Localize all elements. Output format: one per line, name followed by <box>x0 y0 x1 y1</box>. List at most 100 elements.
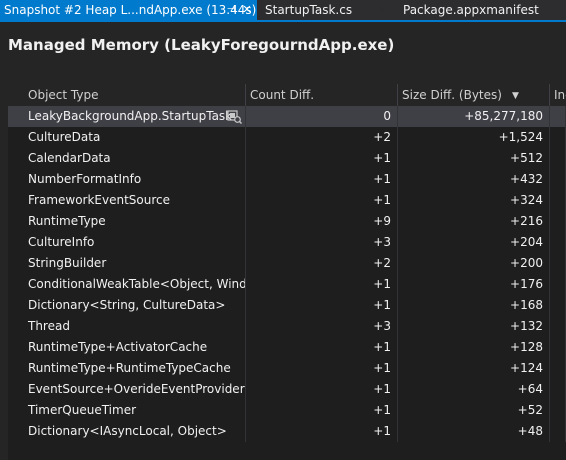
table-row[interactable]: RuntimeType +9 +216 <box>8 211 566 232</box>
close-icon[interactable]: ✕ <box>375 0 389 20</box>
count-diff-cell: +3 <box>246 316 398 337</box>
count-diff-cell: +1 <box>246 379 398 400</box>
tab-accent-line <box>0 20 566 22</box>
count-diff-cell: +1 <box>246 358 398 379</box>
inclusive-cell <box>550 400 566 421</box>
size-diff-cell: +48 <box>398 421 550 442</box>
size-diff-cell: +124 <box>398 358 550 379</box>
pin-icon[interactable]: ⊣ <box>224 0 238 20</box>
inclusive-cell <box>550 148 566 169</box>
size-diff-cell: +168 <box>398 295 550 316</box>
grid-header: Object Type Count Diff. Size Diff. (Byte… <box>8 84 566 107</box>
size-diff-cell: +324 <box>398 190 550 211</box>
inclusive-cell <box>550 379 566 400</box>
size-diff-cell: +64 <box>398 379 550 400</box>
count-diff-cell: 0 <box>246 106 398 127</box>
object-type-cell: ConditionalWeakTable<Object, Wind... <box>8 274 246 295</box>
inclusive-cell <box>550 169 566 190</box>
size-diff-cell: +204 <box>398 232 550 253</box>
inclusive-cell <box>550 190 566 211</box>
table-row[interactable]: LeakyBackgroundApp.StartupTask 0 +85,277,1… <box>8 106 566 127</box>
column-label: Inc <box>554 88 566 102</box>
sort-descending-icon: ▼ <box>511 91 519 101</box>
size-diff-cell: +132 <box>398 316 550 337</box>
column-header-size-diff[interactable]: Size Diff. (Bytes) ▼ <box>398 84 550 106</box>
table-row[interactable]: CalendarData +1 +512 <box>8 148 566 169</box>
column-label: Object Type <box>28 88 99 102</box>
count-diff-cell: +9 <box>246 211 398 232</box>
object-type-cell: FrameworkEventSource <box>8 190 246 211</box>
document-tab-bar: Snapshot #2 Heap L...ndApp.exe (13.44s) … <box>0 0 566 20</box>
inclusive-cell <box>550 274 566 295</box>
size-diff-cell: +216 <box>398 211 550 232</box>
table-row[interactable]: Thread +3 +132 <box>8 316 566 337</box>
object-type-cell: Dictionary<IAsyncLocal, Object> <box>8 421 246 442</box>
object-type-cell: RuntimeType+ActivatorCache <box>8 337 246 358</box>
column-label: Size Diff. (Bytes) <box>402 88 502 102</box>
object-type-cell: Dictionary<String, CultureData> <box>8 295 246 316</box>
inclusive-cell <box>550 358 566 379</box>
column-header-inclusive[interactable]: Inc <box>550 84 566 106</box>
object-type-cell: StringBuilder <box>8 253 246 274</box>
table-row[interactable]: FrameworkEventSource +1 +324 <box>8 190 566 211</box>
count-diff-cell: +1 <box>246 295 398 316</box>
count-diff-cell: +2 <box>246 127 398 148</box>
tab-label: Package.appxmanifest <box>403 3 539 17</box>
object-type-cell: NumberFormatInfo <box>8 169 246 190</box>
tab-heap-snapshot[interactable]: Snapshot #2 Heap L...ndApp.exe (13.44s) … <box>0 0 257 20</box>
table-row[interactable]: NumberFormatInfo +1 +432 <box>8 169 566 190</box>
count-diff-cell: +1 <box>246 169 398 190</box>
page-title: Managed Memory (LeakyForegourndApp.exe) <box>8 36 395 54</box>
object-type-cell: CultureData <box>8 127 246 148</box>
size-diff-cell: +432 <box>398 169 550 190</box>
table-row[interactable]: CultureInfo +3 +204 <box>8 232 566 253</box>
table-row[interactable]: CultureData +2 +1,524 <box>8 127 566 148</box>
inclusive-cell <box>550 337 566 358</box>
column-label: Count Diff. <box>250 88 315 102</box>
size-diff-cell: +1,524 <box>398 127 550 148</box>
column-header-object-type[interactable]: Object Type <box>8 84 246 106</box>
object-type-cell: RuntimeType+RuntimeTypeCache <box>8 358 246 379</box>
tab-label: StartupTask.cs <box>265 3 353 17</box>
count-diff-cell: +1 <box>246 400 398 421</box>
count-diff-cell: +3 <box>246 232 398 253</box>
object-type-cell: Thread <box>8 316 246 337</box>
table-row[interactable]: ConditionalWeakTable<Object, Wind... +1 +1… <box>8 274 566 295</box>
count-diff-cell: +1 <box>246 421 398 442</box>
size-diff-cell: +200 <box>398 253 550 274</box>
object-type-cell: CalendarData <box>8 148 246 169</box>
tab-label: Snapshot #2 Heap L...ndApp.exe (13.44s) <box>4 3 257 17</box>
count-diff-cell: +1 <box>246 337 398 358</box>
table-row[interactable]: Dictionary<String, CultureData> +1 +168 <box>8 295 566 316</box>
count-diff-cell: +1 <box>246 148 398 169</box>
size-diff-cell: +52 <box>398 400 550 421</box>
count-diff-cell: +1 <box>246 190 398 211</box>
object-type-cell: EventSource+OverideEventProvider <box>8 379 246 400</box>
table-row[interactable]: Dictionary<IAsyncLocal, Object> +1 +48 <box>8 421 566 442</box>
inclusive-cell <box>550 295 566 316</box>
inclusive-cell <box>550 211 566 232</box>
view-instances-icon[interactable] <box>227 109 242 124</box>
count-diff-cell: +1 <box>246 274 398 295</box>
size-diff-cell: +128 <box>398 337 550 358</box>
table-row[interactable]: StringBuilder +2 +200 <box>8 253 566 274</box>
close-icon[interactable]: ✕ <box>240 0 254 20</box>
table-row[interactable]: TimerQueueTimer +1 +52 <box>8 400 566 421</box>
table-row[interactable]: EventSource+OverideEventProvider +1 +64 <box>8 379 566 400</box>
inclusive-cell <box>550 421 566 442</box>
table-row[interactable]: RuntimeType+RuntimeTypeCache +1 +124 <box>8 358 566 379</box>
size-diff-cell: +176 <box>398 274 550 295</box>
object-type-cell: RuntimeType <box>8 211 246 232</box>
column-header-count-diff[interactable]: Count Diff. <box>246 84 398 106</box>
count-diff-cell: +2 <box>246 253 398 274</box>
tab-startup-task[interactable]: StartupTask.cs ✕ <box>257 0 391 20</box>
inclusive-cell <box>550 253 566 274</box>
table-row[interactable]: RuntimeType+ActivatorCache +1 +128 <box>8 337 566 358</box>
object-type-cell: LeakyBackgroundApp.StartupTask <box>8 106 246 127</box>
size-diff-cell: +512 <box>398 148 550 169</box>
inclusive-cell <box>550 106 566 127</box>
object-type-cell: TimerQueueTimer <box>8 400 246 421</box>
inclusive-cell <box>550 127 566 148</box>
managed-memory-grid: Object Type Count Diff. Size Diff. (Byte… <box>8 84 566 460</box>
tab-package-manifest[interactable]: Package.appxmanifest <box>391 0 566 20</box>
